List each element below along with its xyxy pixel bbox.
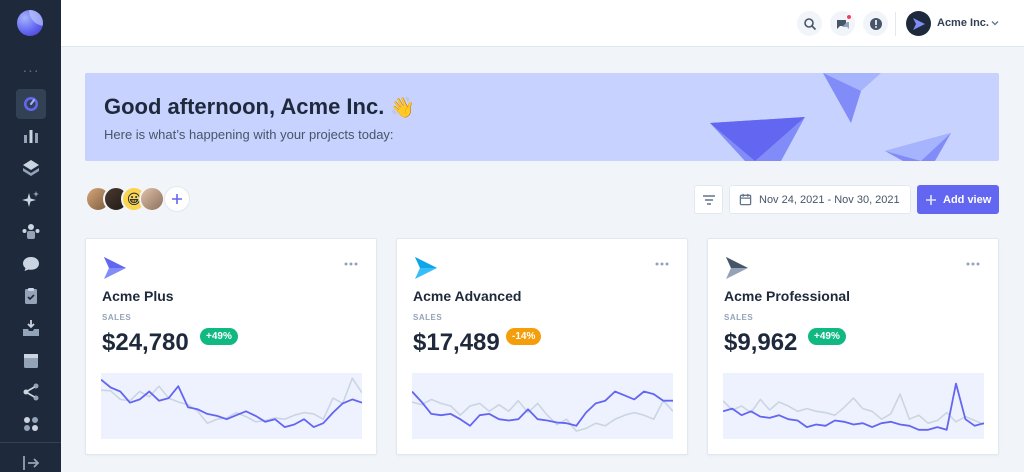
- sales-line-chart: [723, 373, 984, 439]
- sidebar-item-calendar[interactable]: [0, 345, 61, 375]
- user-avatar[interactable]: [906, 11, 931, 36]
- more-menu-icon[interactable]: [966, 261, 980, 267]
- more-menu-icon[interactable]: [344, 261, 358, 267]
- card-badge: -14%: [506, 328, 542, 345]
- sidebar-item-layers[interactable]: [0, 153, 61, 183]
- plus-icon: [926, 194, 936, 205]
- sidebar-item-dashboard[interactable]: [0, 89, 61, 119]
- notification-dot: [846, 14, 852, 20]
- header-divider: [895, 12, 896, 36]
- card-sales-label: SALES: [724, 313, 754, 322]
- calendar-icon: [739, 193, 752, 206]
- sidebar: ···: [0, 0, 61, 472]
- sidebar-divider: [0, 442, 61, 443]
- sidebar-expand-button[interactable]: [0, 448, 61, 472]
- brand-arrow-icon: [912, 17, 925, 30]
- sidebar-item-analytics[interactable]: [0, 121, 61, 151]
- welcome-banner: Good afternoon, Acme Inc. 👋 Here is what’…: [85, 73, 999, 161]
- user-menu-label[interactable]: Acme Inc.: [937, 17, 989, 29]
- sidebar-item-messages[interactable]: [0, 249, 61, 279]
- sales-line-chart: [101, 373, 362, 439]
- sidebar-item-utility[interactable]: [0, 409, 61, 439]
- welcome-subtitle: Here is what’s happening with your proje…: [104, 127, 394, 142]
- date-range-picker[interactable]: Nov 24, 2021 - Nov 30, 2021: [729, 185, 911, 214]
- card-acme-plus: Acme Plus SALES $24,780 +49%: [85, 238, 377, 455]
- messages-button[interactable]: [830, 11, 855, 36]
- add-view-label: Add view: [943, 193, 992, 206]
- card-acme-professional: Acme Professional SALES $9,962 +49%: [707, 238, 999, 455]
- welcome-title: Good afternoon, Acme Inc. 👋: [104, 94, 415, 120]
- search-button[interactable]: [797, 11, 822, 36]
- card-badge: +49%: [200, 328, 238, 345]
- sidebar-item-inbox[interactable]: [0, 313, 61, 343]
- info-button[interactable]: [863, 11, 888, 36]
- search-icon: [803, 17, 816, 30]
- add-view-button[interactable]: Add view: [917, 185, 999, 214]
- calendar-icon: [23, 354, 38, 368]
- sales-line-chart: [412, 373, 673, 439]
- date-range-label: Nov 24, 2021 - Nov 30, 2021: [759, 193, 900, 206]
- card-title: Acme Professional: [724, 288, 851, 304]
- bar-chart-icon: [23, 130, 38, 143]
- card-sales-label: SALES: [102, 313, 132, 322]
- welcome-title-text: Good afternoon, Acme Inc.: [104, 94, 385, 119]
- waving-hand-icon: 👋: [390, 97, 416, 119]
- grid-icon: [23, 417, 38, 431]
- sidebar-item-community[interactable]: [0, 217, 61, 247]
- card-badge: +49%: [808, 328, 846, 345]
- dashboard-icon: [23, 97, 38, 111]
- more-menu-icon[interactable]: [655, 261, 669, 267]
- sidebar-item-integrations[interactable]: [0, 377, 61, 407]
- add-member-button[interactable]: [164, 186, 190, 212]
- share-icon: [23, 383, 38, 401]
- card-title: Acme Advanced: [413, 288, 522, 304]
- card-value: $17,489: [413, 329, 500, 356]
- inbox-icon: [22, 320, 39, 336]
- chart-area: [101, 373, 362, 439]
- paper-planes-illustration: [710, 73, 951, 161]
- message-icon: [22, 257, 39, 271]
- sidebar-item-sparkles[interactable]: [0, 185, 61, 215]
- filter-icon: [702, 194, 715, 205]
- info-icon: [869, 17, 882, 30]
- card-acme-advanced: Acme Advanced SALES $17,489 -14%: [396, 238, 688, 455]
- users-icon: [22, 224, 39, 239]
- top-header: Acme Inc.: [61, 0, 1024, 47]
- card-value: $24,780: [102, 329, 189, 356]
- card-sales-label: SALES: [413, 313, 443, 322]
- chevron-down-icon[interactable]: [990, 18, 1000, 28]
- clipboard-check-icon: [24, 288, 37, 304]
- plus-icon: [172, 194, 182, 204]
- card-value: $9,962: [724, 329, 798, 356]
- filter-button[interactable]: [694, 185, 723, 214]
- avatar[interactable]: [139, 186, 165, 212]
- paper-plane-icon: [104, 257, 126, 279]
- card-title: Acme Plus: [102, 288, 174, 304]
- paper-plane-icon: [726, 257, 748, 279]
- expand-arrow-icon: [22, 456, 39, 470]
- layers-icon: [22, 160, 39, 176]
- sidebar-item-tasks[interactable]: [0, 281, 61, 311]
- sparkles-icon: [21, 191, 39, 207]
- more-dots-icon: ···: [22, 62, 40, 78]
- app-logo[interactable]: [17, 10, 43, 36]
- paper-plane-icon: [415, 257, 437, 279]
